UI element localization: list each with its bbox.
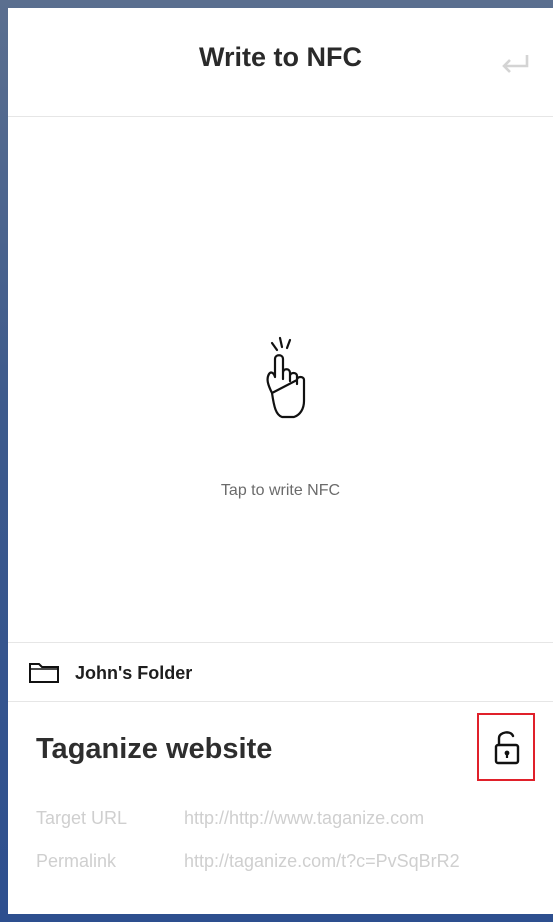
folder-icon [29,663,59,683]
header-bar: Write to NFC [8,8,553,117]
lock-toggle-button[interactable] [477,713,535,781]
target-url-label: Target URL [36,808,128,828]
unlocked-padlock-icon [494,731,520,765]
item-title: Taganize website [36,733,273,765]
return-arrow-icon[interactable] [499,52,531,76]
folder-name: John's Folder [75,663,193,683]
target-url-value[interactable]: http://http://www.taganize.com [184,808,424,829]
folder-row[interactable]: John's Folder [8,642,553,702]
permalink-label: Permalink [36,851,117,871]
permalink-value[interactable]: http://taganize.com/t?c=PvSqBrR2 [184,851,460,872]
tap-instruction: Tap to write NFC [220,482,341,499]
tap-to-write-area[interactable]: Tap to write NFC [8,117,553,642]
tap-hand-icon [266,336,306,419]
page-title: Write to NFC [199,42,362,72]
write-nfc-panel: Write to NFC Tap to write NFC John's Fol… [8,8,553,914]
